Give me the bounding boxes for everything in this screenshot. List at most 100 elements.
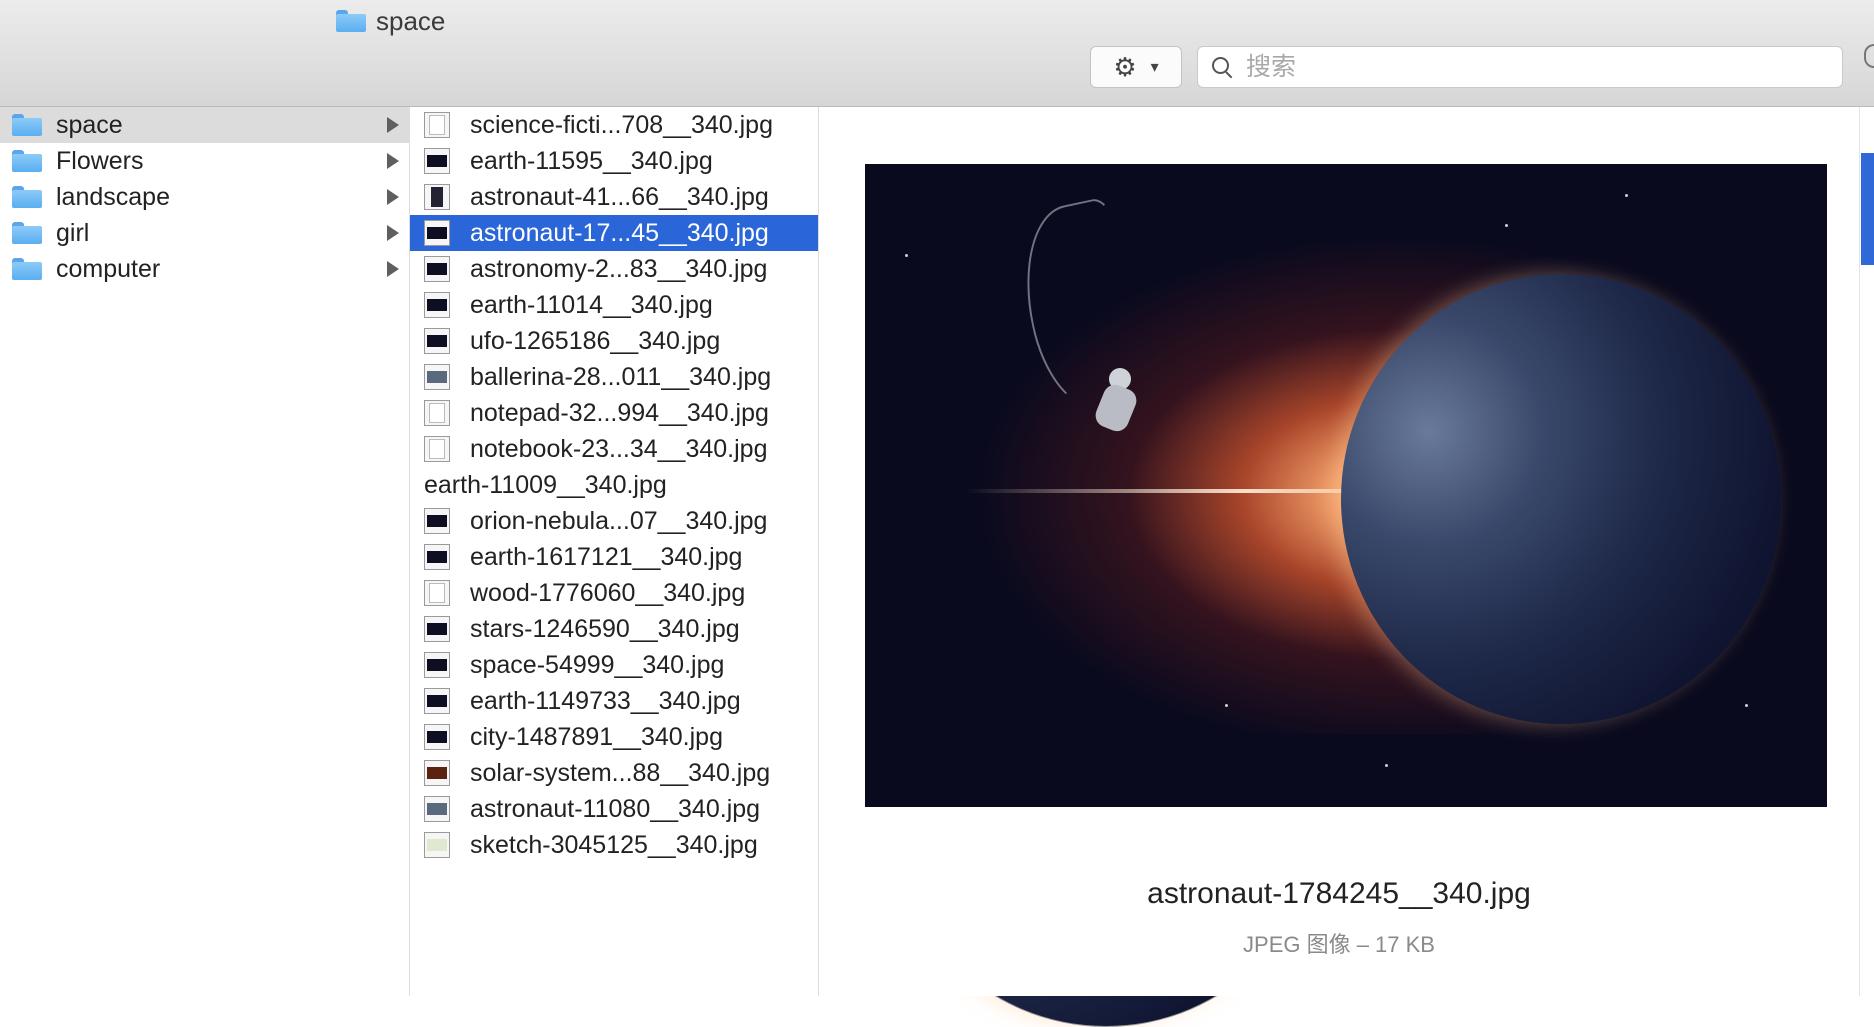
search-icon: [1210, 55, 1234, 79]
disclosure-arrow-icon: [387, 189, 399, 205]
preview-filename: astronaut-1784245__340.jpg: [1147, 877, 1531, 910]
action-menu-button[interactable]: ⚙ ▾: [1090, 46, 1182, 88]
image-thumbnail-icon: [424, 652, 450, 678]
sidebar-item-label: landscape: [56, 182, 170, 211]
image-thumbnail-icon: [424, 436, 450, 462]
file-name: solar-system...88__340.jpg: [470, 758, 771, 787]
image-thumbnail-icon: [424, 616, 450, 642]
file-name: sketch-3045125__340.jpg: [470, 830, 758, 859]
file-name: astronaut-41...66__340.jpg: [470, 182, 769, 211]
file-name: earth-1617121__340.jpg: [470, 542, 743, 571]
folder-icon: [12, 258, 42, 280]
file-row[interactable]: city-1487891__340.jpg: [410, 719, 818, 755]
image-thumbnail-icon: [424, 112, 450, 138]
file-row[interactable]: earth-11014__340.jpg: [410, 287, 818, 323]
file-row[interactable]: earth-1149733__340.jpg: [410, 683, 818, 719]
folder-icon: [12, 114, 42, 136]
preview-meta: JPEG 图像 – 17 KB: [1243, 932, 1435, 957]
star: [905, 254, 908, 257]
file-name: ballerina-28...011__340.jpg: [470, 362, 772, 391]
disclosure-arrow-icon: [387, 225, 399, 241]
file-row[interactable]: astronaut-41...66__340.jpg: [410, 179, 818, 215]
image-thumbnail-icon: [424, 184, 450, 210]
sidebar-item-label: space: [56, 110, 123, 139]
file-row[interactable]: notebook-23...34__340.jpg: [410, 431, 818, 467]
file-row[interactable]: astronomy-2...83__340.jpg: [410, 251, 818, 287]
edge-control[interactable]: [1864, 44, 1874, 68]
file-name: earth-11009__340.jpg: [424, 470, 667, 499]
sidebar-item-flowers[interactable]: Flowers: [0, 143, 409, 179]
disclosure-arrow-icon: [387, 117, 399, 133]
file-name: astronaut-17...45__340.jpg: [470, 218, 769, 247]
file-name: earth-11595__340.jpg: [470, 146, 713, 175]
file-row[interactable]: sketch-3045125__340.jpg: [410, 827, 818, 863]
file-row[interactable]: ufo-1265186__340.jpg: [410, 323, 818, 359]
file-list-column: science-ficti...708__340.jpg earth-11595…: [410, 107, 1326, 1027]
image-thumbnail-icon: [424, 328, 450, 354]
file-name: stars-1246590__340.jpg: [470, 614, 740, 643]
folder-icon: [12, 186, 42, 208]
astronaut-figure: [1085, 364, 1145, 444]
disclosure-arrow-icon: [387, 261, 399, 277]
file-name: space-54999__340.jpg: [470, 650, 725, 679]
file-row[interactable]: earth-11009__340.jpg: [410, 467, 1326, 1027]
file-row[interactable]: earth-11595__340.jpg: [410, 143, 818, 179]
file-row[interactable]: science-ficti...708__340.jpg: [410, 107, 818, 143]
chevron-down-icon: ▾: [1150, 59, 1159, 76]
star: [1505, 224, 1508, 227]
sidebar-item-computer[interactable]: computer: [0, 251, 409, 287]
file-row[interactable]: astronaut-11080__340.jpg: [410, 791, 818, 827]
window-title: space: [336, 4, 445, 38]
image-thumbnail-icon: [424, 544, 450, 570]
window-title-text: space: [376, 5, 446, 36]
file-name: notebook-23...34__340.jpg: [470, 434, 768, 463]
planet-shape: [1341, 274, 1781, 724]
file-name: science-ficti...708__340.jpg: [470, 110, 773, 139]
file-row[interactable]: ballerina-28...011__340.jpg: [410, 359, 818, 395]
image-thumbnail-icon: [424, 832, 450, 858]
image-thumbnail-icon: [424, 148, 450, 174]
file-row[interactable]: orion-nebula...07__340.jpg: [410, 503, 818, 539]
image-thumbnail-icon: [424, 220, 450, 246]
folder-icon: [336, 10, 366, 32]
toolbar: space ⚙ ▾: [0, 0, 1874, 107]
sidebar-item-label: computer: [56, 254, 161, 283]
side-tab[interactable]: [1861, 153, 1874, 265]
star: [1385, 764, 1388, 767]
file-name: wood-1776060__340.jpg: [470, 578, 746, 607]
folder-icon: [12, 150, 42, 172]
image-thumbnail-icon: [424, 256, 450, 282]
preview-pane: astronaut-1784245__340.jpg JPEG 图像 – 17 …: [819, 107, 1859, 996]
folder-icon: [12, 222, 42, 244]
file-row[interactable]: space-54999__340.jpg: [410, 647, 818, 683]
disclosure-arrow-icon: [387, 153, 399, 169]
file-row[interactable]: solar-system...88__340.jpg: [410, 755, 818, 791]
sidebar-column: space Flowers landscape girl computer: [0, 107, 410, 996]
file-row-selected[interactable]: astronaut-17...45__340.jpg: [410, 215, 818, 251]
search-field[interactable]: [1197, 46, 1843, 88]
file-row[interactable]: stars-1246590__340.jpg: [410, 611, 818, 647]
file-name: notepad-32...994__340.jpg: [470, 398, 769, 427]
file-row[interactable]: earth-1617121__340.jpg: [410, 539, 818, 575]
file-name: earth-11014__340.jpg: [470, 290, 713, 319]
file-row[interactable]: notepad-32...994__340.jpg: [410, 395, 818, 431]
search-input[interactable]: [1244, 51, 1808, 83]
sidebar-item-label: Flowers: [56, 146, 144, 175]
file-name: orion-nebula...07__340.jpg: [470, 506, 768, 535]
file-name: astronomy-2...83__340.jpg: [470, 254, 768, 283]
file-name: earth-1149733__340.jpg: [470, 686, 741, 715]
star: [1745, 704, 1748, 707]
image-thumbnail-icon: [424, 724, 450, 750]
image-thumbnail-icon: [424, 400, 450, 426]
file-row[interactable]: wood-1776060__340.jpg: [410, 575, 818, 611]
star: [1225, 704, 1228, 707]
image-thumbnail-icon: [424, 796, 450, 822]
image-thumbnail-icon: [424, 580, 450, 606]
image-thumbnail-icon: [424, 292, 450, 318]
sidebar-item-landscape[interactable]: landscape: [0, 179, 409, 215]
sidebar-item-label: girl: [56, 218, 90, 247]
sidebar-item-girl[interactable]: girl: [0, 215, 409, 251]
preview-image: [865, 164, 1827, 807]
image-thumbnail-icon: [424, 508, 450, 534]
sidebar-item-space[interactable]: space: [0, 107, 409, 143]
